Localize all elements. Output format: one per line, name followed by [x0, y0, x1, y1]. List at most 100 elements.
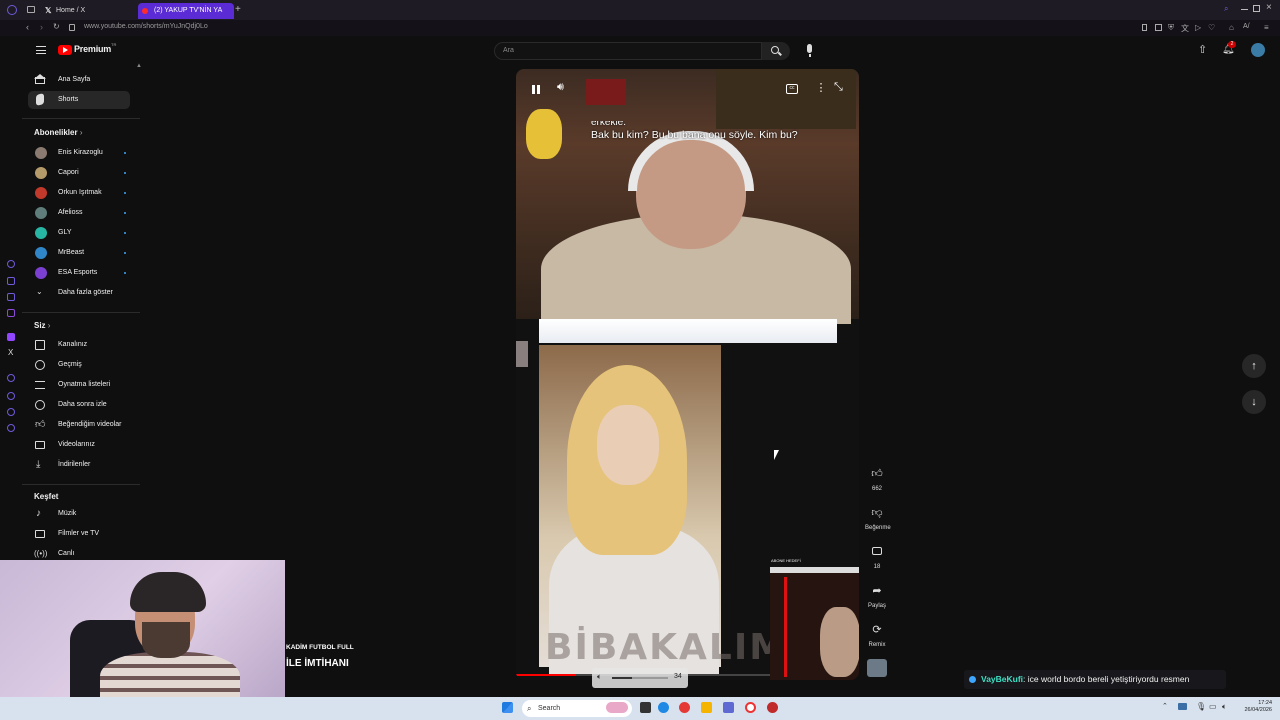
- sound-thumbnail[interactable]: [867, 659, 887, 677]
- pin-rail-icon[interactable]: [7, 408, 15, 416]
- sidebar-item-label: Müzik: [58, 510, 77, 517]
- chrome-icon[interactable]: [679, 702, 690, 713]
- sidebar-item-downloads[interactable]: ⤓ İndirilenler: [28, 456, 130, 474]
- opera-icon[interactable]: [745, 702, 756, 713]
- lock-icon[interactable]: [69, 24, 75, 31]
- sidebar-item-films[interactable]: Filmler ve TV: [28, 525, 130, 543]
- shield-icon[interactable]: ⛨: [1168, 23, 1174, 33]
- obs-icon[interactable]: [767, 702, 778, 713]
- file-explorer-icon[interactable]: [701, 702, 712, 713]
- wallet-icon[interactable]: ⌂: [1229, 23, 1234, 32]
- heart-icon[interactable]: ♡: [1208, 23, 1215, 32]
- close-window-icon[interactable]: ×: [1266, 2, 1272, 13]
- sidebar-item-subscription[interactable]: Enis Kirazoglu: [28, 144, 130, 162]
- new-tab-icon[interactable]: +: [235, 4, 241, 15]
- back-icon[interactable]: ‹: [26, 22, 29, 32]
- sidebar-item-your-channel[interactable]: Kanalınız: [28, 336, 130, 354]
- dislike-button[interactable]: 👎︎ Beğenme: [865, 500, 891, 532]
- volume-icon[interactable]: 🔊︎: [557, 81, 571, 95]
- sidebar-item-subscription[interactable]: ESA Esports: [28, 264, 130, 282]
- volume-popup[interactable]: 🔈︎ 34: [592, 668, 688, 688]
- discord-icon[interactable]: [723, 702, 734, 713]
- sidebar-item-subscription[interactable]: Afelioss: [28, 204, 130, 222]
- sidebar-scroll-up-icon[interactable]: ▲: [136, 63, 142, 69]
- microphone-icon[interactable]: 🎙︎: [1196, 702, 1206, 711]
- search-input[interactable]: Ara: [494, 42, 762, 60]
- bookmark-rail-icon[interactable]: [7, 293, 15, 301]
- sidebar-item-liked-videos[interactable]: 👍︎ Beğendiğim videolar: [28, 416, 130, 434]
- search-button[interactable]: [762, 42, 790, 60]
- divider: [22, 312, 140, 313]
- sidebar-item-your-videos[interactable]: Videolarınız: [28, 436, 130, 454]
- menu-icon[interactable]: ≡: [1264, 23, 1269, 32]
- fullscreen-icon[interactable]: ⤡: [834, 81, 848, 95]
- sidebar-item-subscription[interactable]: Capori: [28, 164, 130, 182]
- sidebar-item-music[interactable]: ♪ Müzik: [28, 505, 130, 523]
- voice-search-icon[interactable]: [804, 43, 816, 59]
- clock-rail-icon[interactable]: [7, 374, 15, 382]
- upload-icon[interactable]: ⇧: [1198, 43, 1207, 56]
- sidebar-item-label: İndirilenler: [58, 461, 91, 468]
- task-view-icon[interactable]: [640, 702, 651, 713]
- sidebar-item-subscription[interactable]: Orkun Işıtmak: [28, 184, 130, 202]
- bag-rail-icon[interactable]: [7, 277, 15, 285]
- share-button[interactable]: ➦ Paylaş: [865, 578, 889, 610]
- tab-x-home[interactable]: 𝕏 Home / X: [40, 3, 136, 19]
- instagram-rail-icon[interactable]: [7, 309, 15, 317]
- minimize-icon[interactable]: [1241, 9, 1248, 10]
- screenshot-icon[interactable]: [1155, 24, 1162, 31]
- sidebar-item-show-more[interactable]: ⌄ Daha fazla göster: [28, 284, 130, 302]
- settings-rail-icon[interactable]: [7, 424, 15, 432]
- search-tabs-icon[interactable]: ⌕: [1224, 4, 1228, 14]
- comments-button[interactable]: 18: [865, 539, 889, 570]
- tray-app-icon[interactable]: [1178, 703, 1187, 710]
- share-icon-wrap: ➦: [865, 578, 889, 602]
- next-short-button[interactable]: ↓: [1242, 390, 1266, 414]
- windows-taskbar: ⌕ Search ⌃ 🎙︎ ▭ 🔈︎ 17:24 26/04/2026: [0, 697, 1280, 720]
- system-clock[interactable]: 17:24 26/04/2026: [1234, 700, 1272, 714]
- sidebar-item-watch-later[interactable]: Daha sonra izle: [28, 396, 130, 414]
- cube-rail-icon[interactable]: [7, 392, 15, 400]
- more-options-icon[interactable]: ⋮: [814, 81, 828, 95]
- channel-avatar: [35, 247, 47, 259]
- reload-icon[interactable]: ↻: [53, 22, 60, 31]
- you-heading[interactable]: Siz ›: [34, 321, 50, 330]
- tab-list-icon[interactable]: [27, 6, 35, 13]
- remix-button[interactable]: ⟳ Remix: [865, 617, 889, 649]
- opera-logo-icon[interactable]: [7, 5, 17, 15]
- tab-youtube-active[interactable]: (2) YAKUP TV'NİN YA: [138, 3, 234, 19]
- subscriptions-heading[interactable]: Abonelikler ›: [34, 128, 82, 137]
- tray-chevron-up-icon[interactable]: ⌃: [1162, 702, 1168, 710]
- forward-icon[interactable]: ›: [40, 22, 43, 32]
- sidebar-item-history[interactable]: Geçmiş: [28, 356, 130, 374]
- edge-icon[interactable]: [658, 702, 669, 713]
- widgets-icon[interactable]: [606, 702, 628, 713]
- x-rail-icon[interactable]: X: [8, 348, 13, 357]
- history-rail-icon[interactable]: [7, 260, 15, 268]
- maximize-icon[interactable]: [1253, 5, 1260, 12]
- channel-avatar: [35, 187, 47, 199]
- sidebar-item-playlists[interactable]: Oynatma listeleri: [28, 376, 130, 394]
- previous-short-button[interactable]: ↑: [1242, 354, 1266, 378]
- like-button[interactable]: 👍︎ 662: [865, 461, 889, 493]
- twitch-rail-icon[interactable]: [7, 333, 15, 341]
- shorts-video-player[interactable]: erkekle. Bak bu kim? Bu bu bana onu söyl…: [516, 69, 859, 680]
- sidebar-item-subscription[interactable]: MrBeast: [28, 244, 130, 262]
- sidebar-item-shorts[interactable]: Shorts: [28, 91, 130, 109]
- captions-icon[interactable]: cc: [786, 84, 798, 94]
- pause-icon[interactable]: [529, 83, 543, 97]
- new-content-dot: [124, 212, 126, 214]
- beanie: [130, 572, 206, 612]
- speaker-tray-icon[interactable]: 🔈︎: [1222, 702, 1227, 712]
- translate-icon[interactable]: 文: [1181, 23, 1189, 34]
- url-text[interactable]: www.youtube.com/shorts/mYuJnQdj0Lo: [84, 23, 208, 30]
- play-icon[interactable]: ▷: [1195, 23, 1201, 32]
- windows-start-icon[interactable]: [502, 702, 513, 713]
- network-icon[interactable]: ▭: [1209, 702, 1217, 711]
- aria-icon[interactable]: A/: [1243, 23, 1250, 30]
- sidebar-item-subscription[interactable]: GLY: [28, 224, 130, 242]
- sidebar-item-home[interactable]: Ana Sayfa: [28, 71, 130, 89]
- bookmark-icon[interactable]: [1142, 24, 1147, 31]
- youtube-premium-logo[interactable]: Premium TR: [58, 42, 118, 58]
- avatar[interactable]: [1251, 43, 1265, 57]
